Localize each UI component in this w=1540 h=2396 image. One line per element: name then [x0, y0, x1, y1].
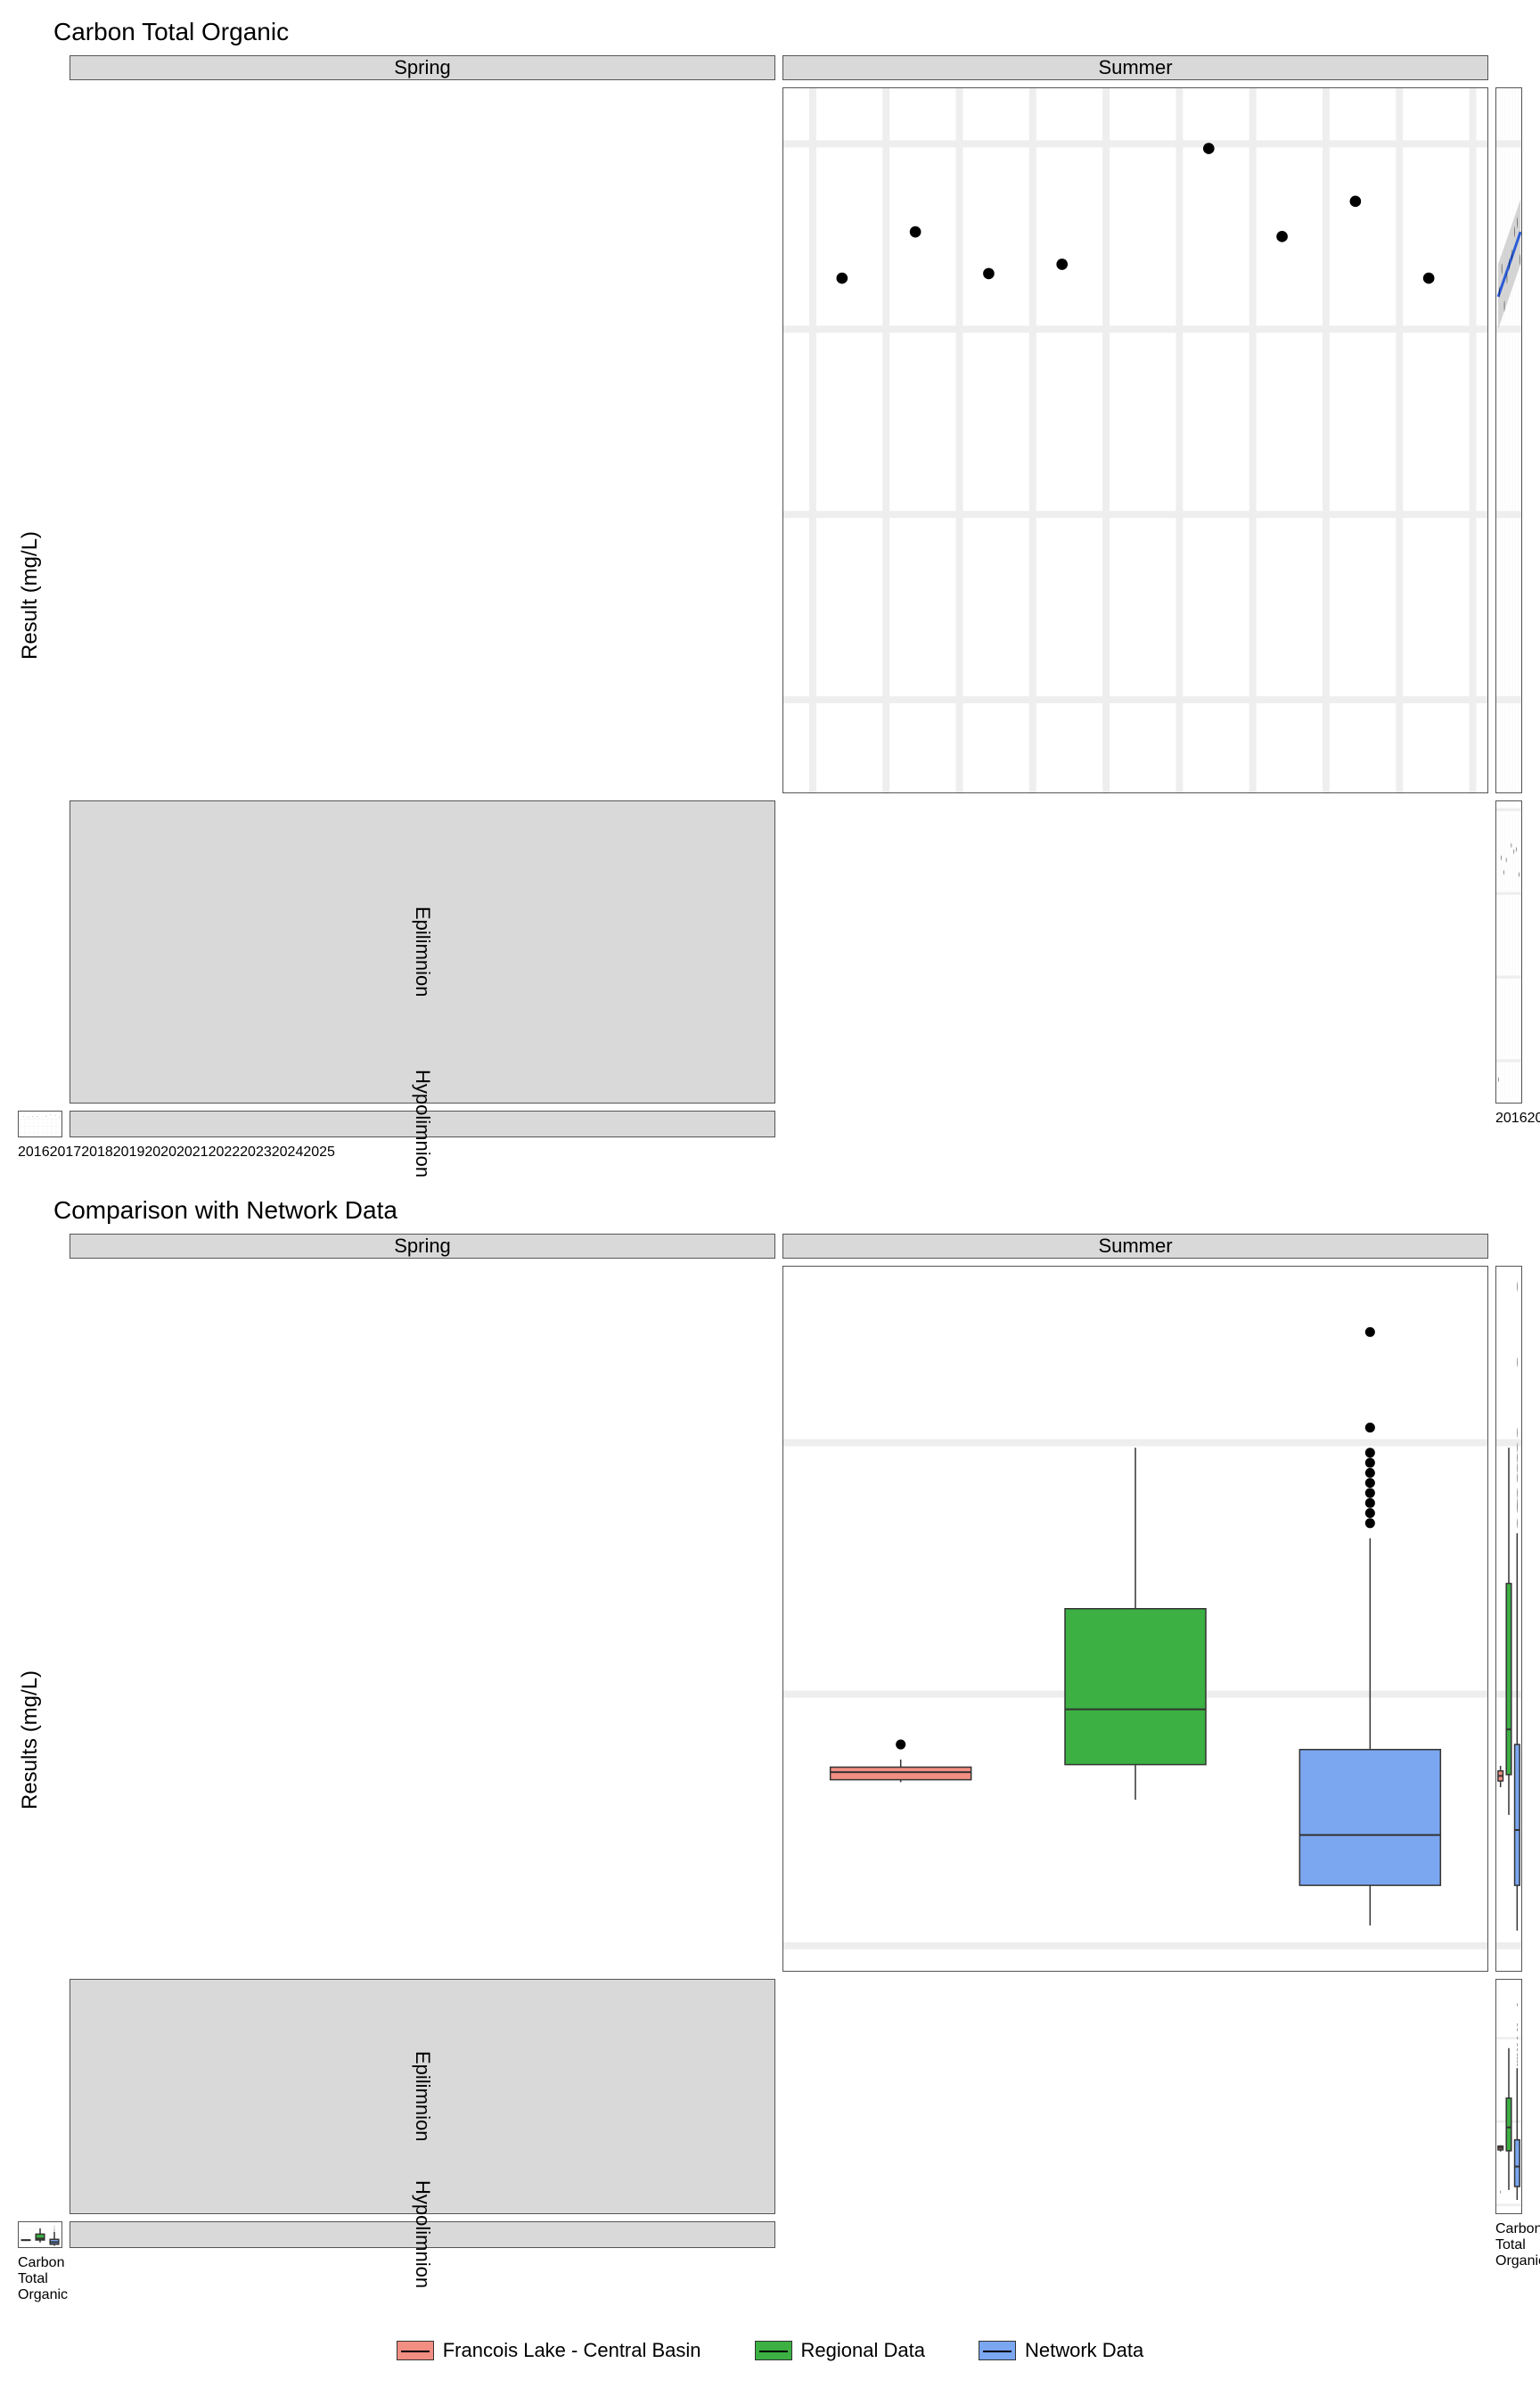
- boxplot-y-label: Results (mg/L): [18, 1266, 62, 2214]
- boxplot-legend: Francois Lake - Central Basin Regional D…: [18, 2339, 1522, 2362]
- panel-summer-epi: [1495, 87, 1522, 793]
- bp-x-summer: Carbon Total Organic: [18, 2255, 62, 2303]
- scatter-y-label: Result (mg/L): [18, 87, 62, 1104]
- x-ticks-spring: 2016201720182019202020212022202320242025: [1495, 1111, 1522, 1137]
- panel-spring-epi: [782, 87, 1488, 793]
- col-strip-summer: Summer: [782, 55, 1488, 80]
- scatter-title: Carbon Total Organic: [53, 18, 1522, 46]
- scatter-grid: Result (mg/L) Spring Summer Epilimnion H…: [18, 55, 1522, 1161]
- col-strip-spring: Spring: [70, 55, 775, 80]
- bp-panel-summer-hypo: [18, 2221, 62, 2248]
- panel-spring-hypo: [1495, 800, 1522, 1104]
- bp-col-summer: Summer: [782, 1234, 1488, 1259]
- legend-item: Network Data: [979, 2339, 1143, 2362]
- bp-panel-spring-epi: [782, 1266, 1488, 1972]
- legend-item: Regional Data: [755, 2339, 925, 2362]
- row-strip-hypo: Hypolimnion: [70, 1111, 775, 1137]
- bp-x-spring: Carbon Total Organic: [1495, 2221, 1522, 2248]
- row-strip-epi: Epilimnion: [70, 800, 775, 1104]
- bp-col-spring: Spring: [70, 1234, 775, 1259]
- legend-item: Francois Lake - Central Basin: [397, 2339, 701, 2362]
- boxplot-grid: Results (mg/L) Spring Summer Epilimnion …: [18, 1234, 1522, 2303]
- boxplot-title: Comparison with Network Data: [53, 1196, 1522, 1225]
- bp-row-hypo: Hypolimnion: [70, 2221, 775, 2248]
- panel-summer-hypo: [18, 1111, 62, 1137]
- bp-panel-summer-epi: [1495, 1266, 1522, 1972]
- x-ticks-summer: 2016201720182019202020212022202320242025: [18, 1145, 62, 1161]
- bp-row-epi: Epilimnion: [70, 1979, 775, 2214]
- bp-panel-spring-hypo: [1495, 1979, 1522, 2214]
